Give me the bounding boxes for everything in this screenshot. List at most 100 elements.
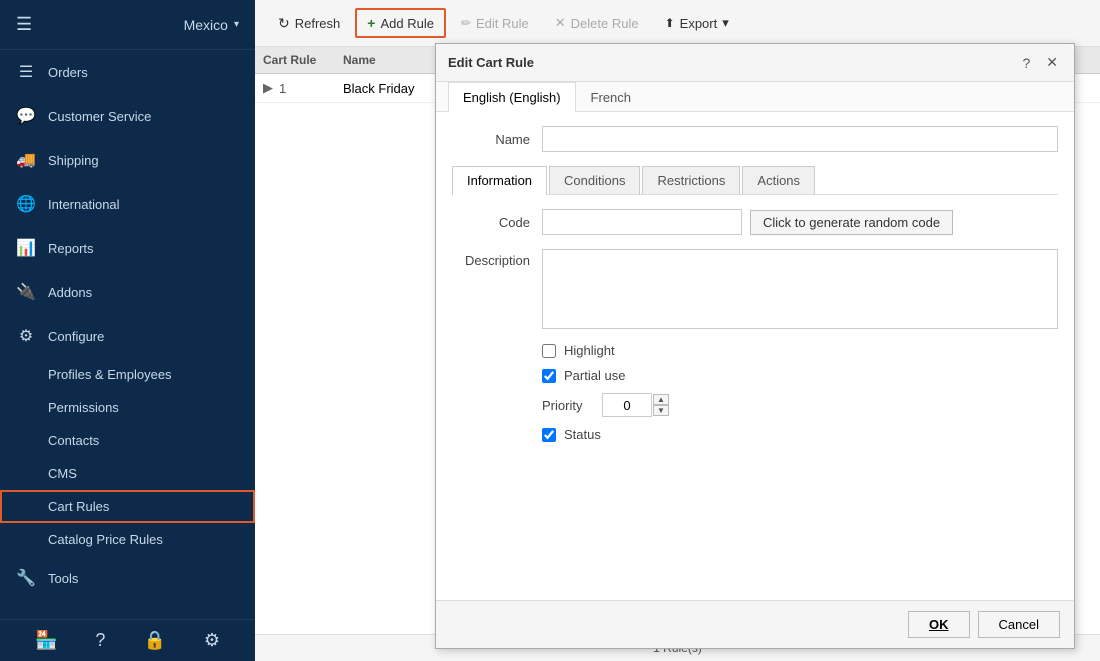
delete-icon: ✕ <box>555 15 566 31</box>
description-input[interactable] <box>542 249 1058 329</box>
description-label: Description <box>452 249 542 329</box>
configure-icon: ⚙ <box>16 326 36 346</box>
partial-use-checkbox[interactable] <box>542 369 556 383</box>
sidebar-nav: ☰ Orders 💬 Customer Service 🚚 Shipping 🌐… <box>0 50 255 619</box>
name-label: Name <box>452 132 542 147</box>
export-button[interactable]: ⬆ Export ▾ <box>654 9 740 37</box>
cancel-button[interactable]: Cancel <box>978 611 1060 638</box>
international-icon: 🌐 <box>16 194 36 214</box>
code-input[interactable] <box>542 209 742 235</box>
edit-panel-title: Edit Cart Rule <box>448 55 534 70</box>
edit-panel: Edit Cart Rule ? ✕ English (English) Fre… <box>435 43 1075 649</box>
status-checkbox[interactable] <box>542 428 556 442</box>
addons-icon: 🔌 <box>16 282 36 302</box>
sidebar-item-shipping[interactable]: 🚚 Shipping <box>0 138 255 182</box>
tab-english[interactable]: English (English) <box>448 82 576 112</box>
sidebar-item-configure[interactable]: ⚙ Configure <box>0 314 255 358</box>
tab-actions[interactable]: Actions <box>742 166 815 194</box>
sidebar: ☰ Mexico ▾ ☰ Orders 💬 Customer Service 🚚… <box>0 0 255 661</box>
sidebar-item-catalog-price-rules[interactable]: Catalog Price Rules <box>0 523 255 556</box>
sidebar-item-addons[interactable]: 🔌 Addons <box>0 270 255 314</box>
name-input[interactable] <box>542 126 1058 152</box>
add-icon: + <box>367 15 375 31</box>
help-footer-icon[interactable]: ? <box>95 630 105 651</box>
tab-information[interactable]: Information <box>452 166 547 195</box>
sidebar-item-label-international: International <box>48 197 120 212</box>
edit-panel-header: Edit Cart Rule ? ✕ <box>436 44 1074 82</box>
refresh-button[interactable]: ↻ Refresh <box>267 9 351 38</box>
customer-service-icon: 💬 <box>16 106 36 126</box>
edit-icon: ✏ <box>461 16 471 30</box>
sidebar-item-cms[interactable]: CMS <box>0 457 255 490</box>
settings-footer-icon[interactable]: ⚙ <box>204 630 220 651</box>
priority-input[interactable] <box>602 393 652 417</box>
toolbar: ↻ Refresh + Add Rule ✏ Edit Rule ✕ Delet… <box>255 0 1100 47</box>
shipping-icon: 🚚 <box>16 150 36 170</box>
reports-icon: 📊 <box>16 238 36 258</box>
name-row: Name <box>452 126 1058 152</box>
lock-footer-icon[interactable]: 🔒 <box>143 630 165 651</box>
edit-panel-actions: ? ✕ <box>1018 52 1062 73</box>
status-label: Status <box>564 427 601 442</box>
row-rule-number: 1 <box>279 81 343 96</box>
sidebar-item-label-shipping: Shipping <box>48 153 99 168</box>
sidebar-item-label-reports: Reports <box>48 241 94 256</box>
add-rule-label: Add Rule <box>380 16 433 31</box>
sidebar-item-label-configure: Configure <box>48 329 104 344</box>
sidebar-item-tools[interactable]: 🔧 Tools <box>0 556 255 600</box>
store-name: Mexico <box>184 17 228 33</box>
sidebar-item-international[interactable]: 🌐 International <box>0 182 255 226</box>
highlight-row: Highlight <box>452 343 1058 358</box>
ok-button[interactable]: OK <box>908 611 970 638</box>
tab-conditions[interactable]: Conditions <box>549 166 640 194</box>
sidebar-item-permissions[interactable]: Permissions <box>0 391 255 424</box>
priority-spinner: ▲ ▼ <box>653 394 669 416</box>
tab-french[interactable]: French <box>576 82 646 112</box>
edit-rule-button[interactable]: ✏ Edit Rule <box>450 10 540 37</box>
partial-use-label: Partial use <box>564 368 625 383</box>
row-arrow-icon: ▶ <box>263 80 275 96</box>
priority-down-button[interactable]: ▼ <box>653 405 669 416</box>
export-chevron-icon: ▾ <box>722 15 729 31</box>
refresh-icon: ↻ <box>278 15 290 32</box>
description-row: Description <box>452 249 1058 329</box>
sidebar-footer: 🏪 ? 🔒 ⚙ <box>0 619 255 661</box>
sidebar-item-reports[interactable]: 📊 Reports <box>0 226 255 270</box>
edit-rule-label: Edit Rule <box>476 16 529 31</box>
partial-use-row: Partial use <box>452 368 1058 383</box>
sidebar-item-label-customer-service: Customer Service <box>48 109 151 124</box>
generate-code-button[interactable]: Click to generate random code <box>750 210 953 235</box>
highlight-label: Highlight <box>564 343 615 358</box>
export-icon: ⬆ <box>665 16 675 30</box>
sidebar-item-orders[interactable]: ☰ Orders <box>0 50 255 94</box>
chevron-down-icon: ▾ <box>234 19 239 30</box>
hamburger-icon[interactable]: ☰ <box>16 14 32 35</box>
col-header-cart-rule: Cart Rule <box>263 53 343 67</box>
sidebar-header: ☰ Mexico ▾ <box>0 0 255 50</box>
export-label: Export <box>680 16 718 31</box>
sidebar-item-contacts[interactable]: Contacts <box>0 424 255 457</box>
sidebar-item-label-tools: Tools <box>48 571 78 586</box>
tab-restrictions[interactable]: Restrictions <box>642 166 740 194</box>
priority-row: Priority ▲ ▼ <box>452 393 1058 417</box>
refresh-label: Refresh <box>295 16 341 31</box>
lang-tabs: English (English) French <box>436 82 1074 112</box>
sidebar-item-customer-service[interactable]: 💬 Customer Service <box>0 94 255 138</box>
add-rule-button[interactable]: + Add Rule <box>355 8 446 38</box>
priority-label: Priority <box>542 398 602 413</box>
panel-close-button[interactable]: ✕ <box>1042 52 1062 73</box>
store-selector[interactable]: Mexico ▾ <box>184 17 239 33</box>
panel-help-button[interactable]: ? <box>1018 53 1034 73</box>
delete-rule-label: Delete Rule <box>571 16 639 31</box>
orders-icon: ☰ <box>16 62 36 82</box>
tools-icon: 🔧 <box>16 568 36 588</box>
delete-rule-button[interactable]: ✕ Delete Rule <box>544 9 650 37</box>
status-row: Status <box>452 427 1058 442</box>
sidebar-item-label-orders: Orders <box>48 65 88 80</box>
sidebar-item-cart-rules[interactable]: Cart Rules <box>0 490 255 523</box>
store-footer-icon[interactable]: 🏪 <box>35 630 57 651</box>
highlight-checkbox[interactable] <box>542 344 556 358</box>
sidebar-item-profiles-employees[interactable]: Profiles & Employees <box>0 358 255 391</box>
sidebar-item-label-addons: Addons <box>48 285 92 300</box>
priority-up-button[interactable]: ▲ <box>653 394 669 405</box>
